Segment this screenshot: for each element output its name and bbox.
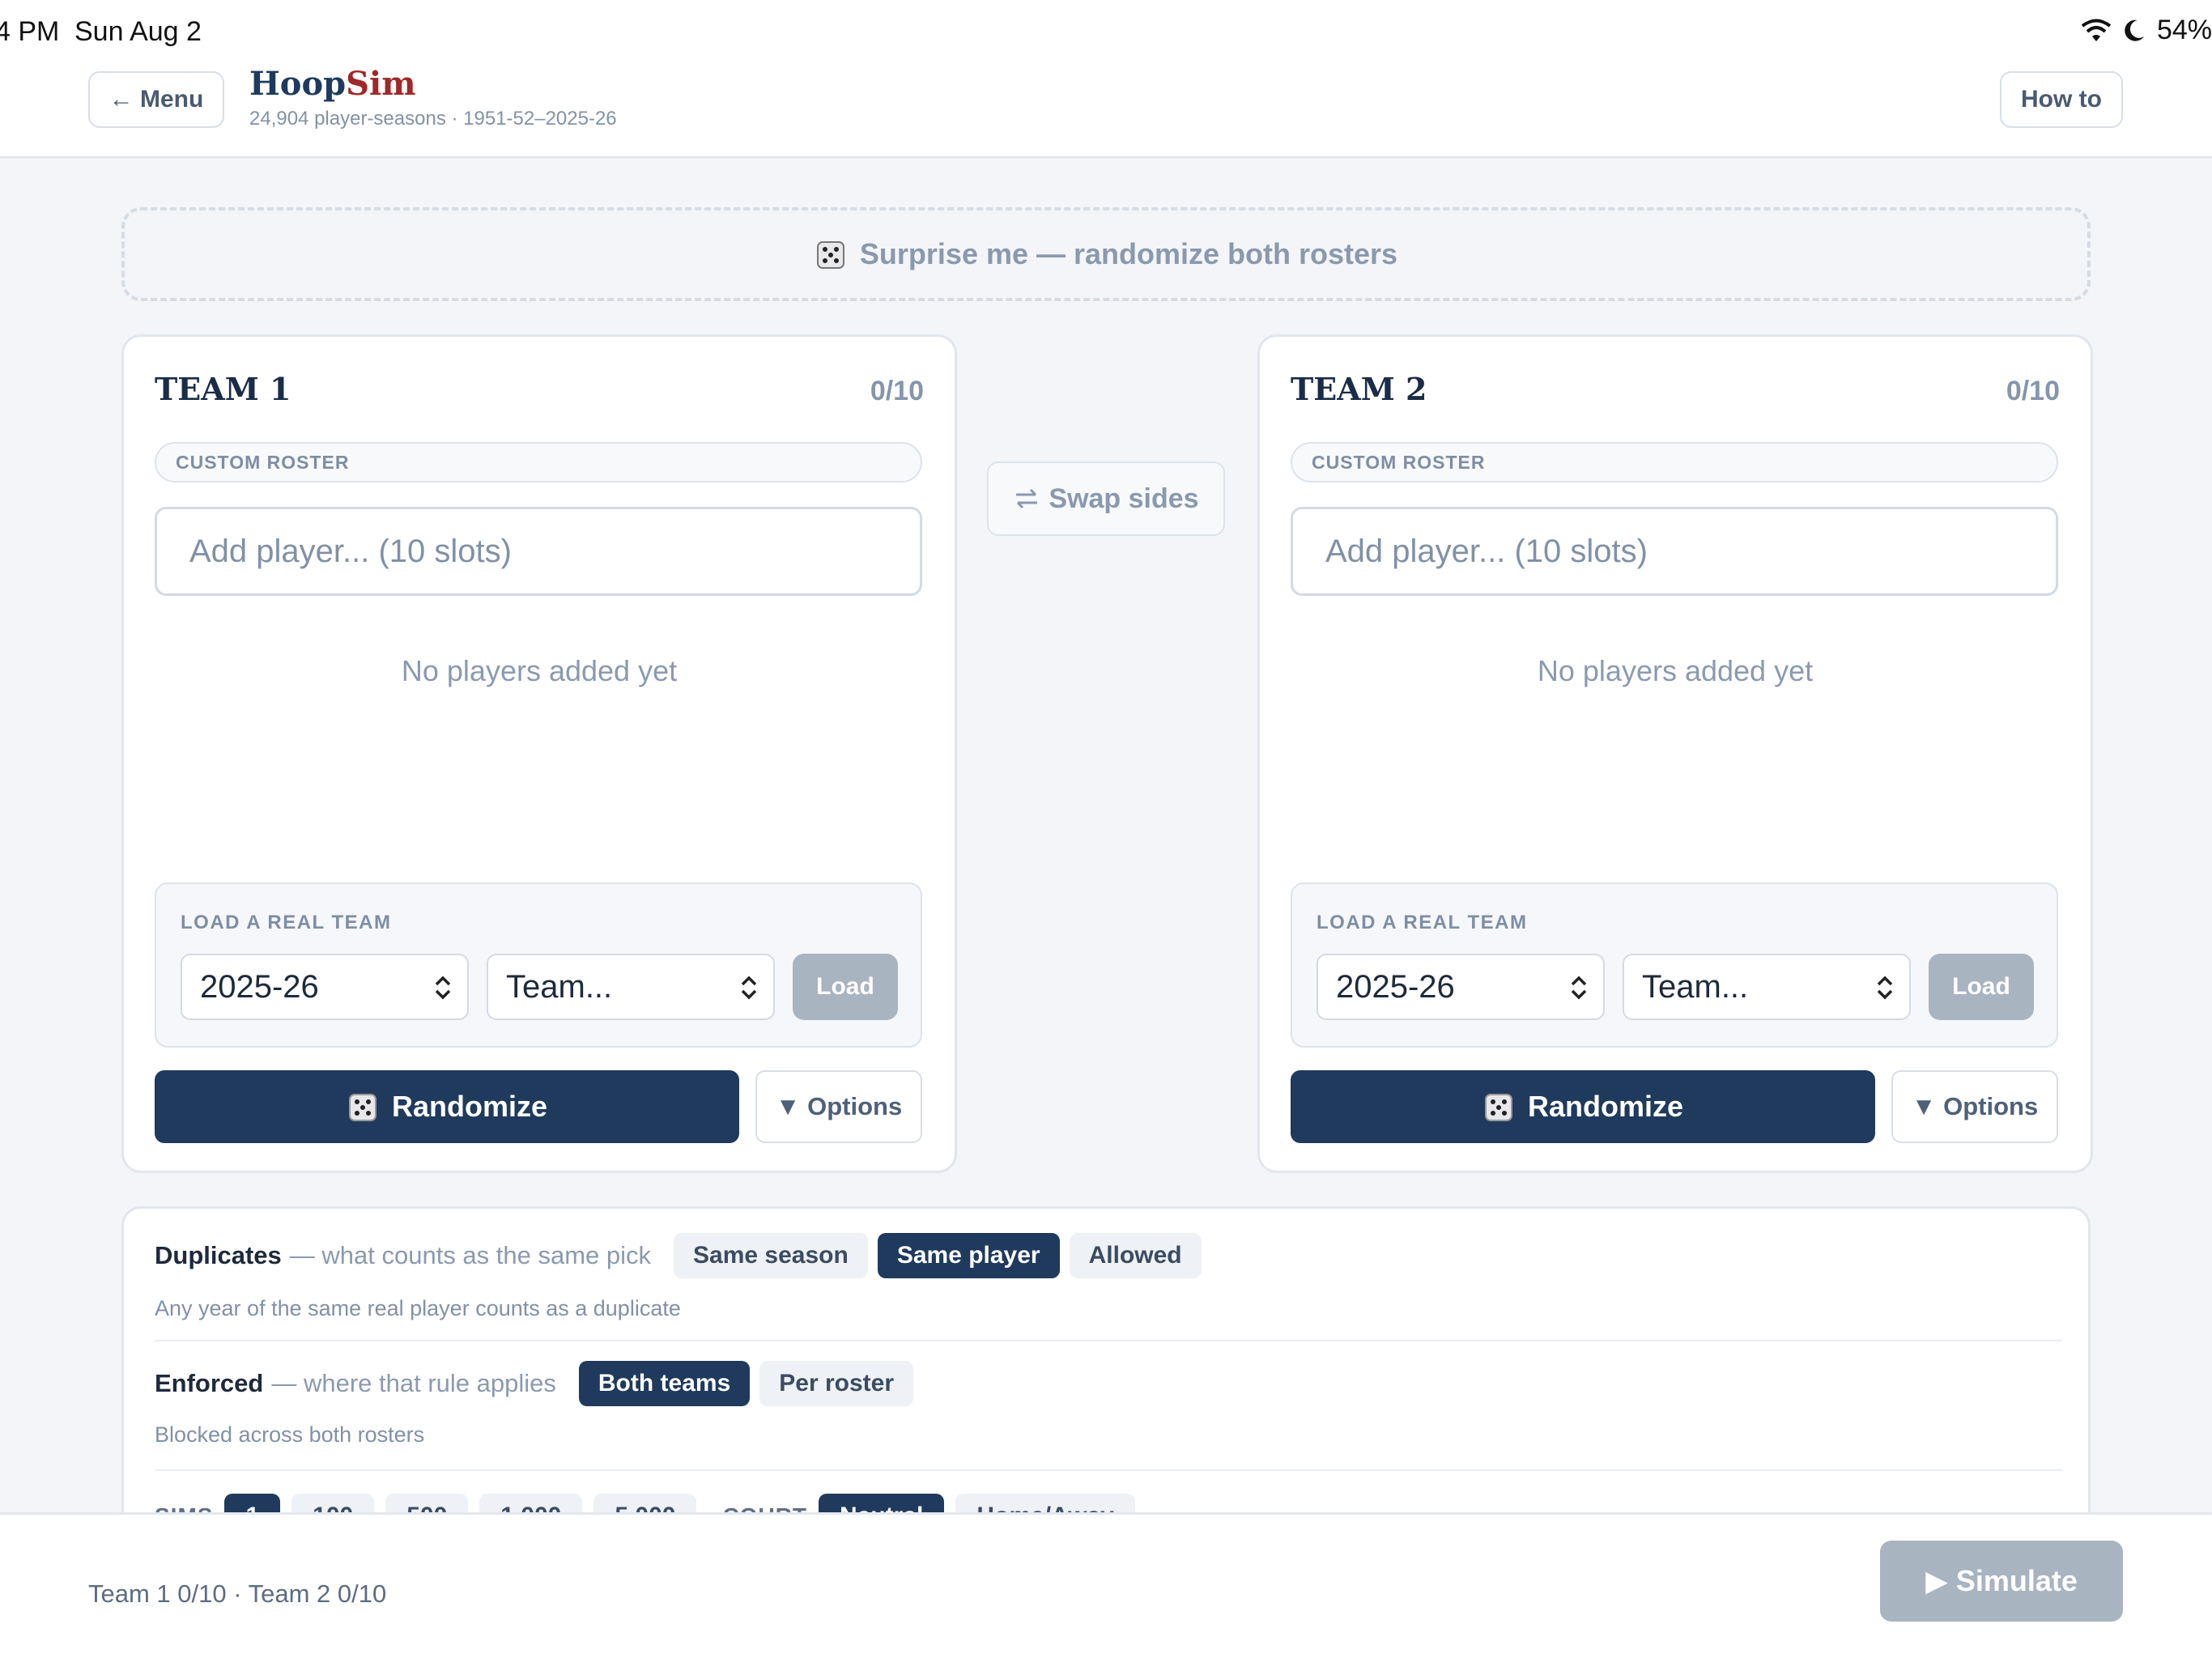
team-2-randomize-button[interactable]: Randomize: [1291, 1070, 1875, 1143]
season-value: 2025-26: [1336, 968, 1455, 1005]
duplicates-desc: — what counts as the same pick: [289, 1241, 652, 1269]
team-1-card: TEAM 1 0/10 CUSTOM ROSTER No players add…: [121, 334, 957, 1173]
team-1-load-real-team: LOAD A REAL TEAM 2025-26 Team... Load: [155, 882, 922, 1048]
roster-status: Team 1 0/10 · Team 2 0/10: [88, 1579, 387, 1608]
randomize-label: Randomize: [1527, 1090, 1684, 1123]
team-1-add-player-input[interactable]: [155, 507, 922, 596]
surprise-me-button[interactable]: Surprise me — randomize both rosters: [121, 207, 2091, 301]
brand-name-hoop: Hoop: [249, 65, 347, 103]
status-date: Sun Aug 2: [74, 16, 202, 47]
team-1-season-select[interactable]: 2025-26: [181, 954, 469, 1020]
team-2-load-real-team: LOAD A REAL TEAM 2025-26 Team... Load: [1291, 882, 2058, 1048]
team-1-count: 0/10: [870, 376, 924, 406]
team-1-roster-label: CUSTOM ROSTER: [155, 442, 922, 483]
divider: [155, 1469, 2062, 1471]
updown-chevron-icon: [741, 976, 757, 1000]
footer-bar: Team 1 0/10 · Team 2 0/10 ▶ Simulate: [0, 1512, 2212, 1658]
team-2-season-select[interactable]: 2025-26: [1317, 954, 1605, 1020]
duplicates-title: Duplicates: [155, 1241, 282, 1269]
team-1-randomize-button[interactable]: Randomize: [155, 1070, 739, 1143]
team-select-value: Team...: [1642, 968, 1749, 1005]
enforced-per-roster[interactable]: Per roster: [759, 1361, 913, 1406]
duplicates-row: Duplicates — what counts as the same pic…: [155, 1233, 1202, 1278]
enforced-note: Blocked across both rosters: [155, 1422, 425, 1447]
team-select-value: Team...: [506, 968, 613, 1005]
duplicates-allowed[interactable]: Allowed: [1069, 1233, 1202, 1278]
duplicates-same-season[interactable]: Same season: [674, 1233, 868, 1278]
load-real-team-label: LOAD A REAL TEAM: [1317, 912, 1528, 933]
swap-sides-button[interactable]: Swap sides: [987, 461, 1225, 536]
updown-chevron-icon: [1571, 976, 1587, 1000]
team-2-empty-message: No players added yet: [1537, 654, 1814, 687]
simulate-button[interactable]: ▶ Simulate: [1880, 1541, 2123, 1622]
updown-chevron-icon: [435, 976, 451, 1000]
status-bar: 4 PM Sun Aug 2 54%: [0, 0, 2212, 63]
status-right: 54%: [2081, 15, 2212, 46]
team-2-load-button[interactable]: Load: [1929, 954, 2034, 1020]
swap-label: Swap sides: [1049, 483, 1199, 514]
load-real-team-label: LOAD A REAL TEAM: [181, 912, 392, 933]
brand: HoopSim 24,904 player-seasons · 1951-52–…: [249, 65, 617, 130]
brand-subtitle: 24,904 player-seasons · 1951-52–2025-26: [249, 108, 617, 130]
rules-panel: Duplicates — what counts as the same pic…: [121, 1206, 2091, 1546]
team-1-empty-message: No players added yet: [401, 654, 678, 687]
team-1-team-select[interactable]: Team...: [487, 954, 775, 1020]
status-time: 4 PM: [0, 16, 60, 47]
team-2-count: 0/10: [2006, 376, 2060, 406]
enforced-title: Enforced: [155, 1369, 264, 1397]
randomize-label: Randomize: [391, 1090, 548, 1123]
how-to-button[interactable]: How to: [2000, 71, 2123, 128]
enforced-desc: — where that rule applies: [271, 1369, 556, 1397]
team-1-load-button[interactable]: Load: [793, 954, 898, 1020]
updown-chevron-icon: [1877, 976, 1893, 1000]
duplicates-note: Any year of the same real player counts …: [155, 1296, 681, 1320]
season-value: 2025-26: [200, 968, 319, 1005]
surprise-label: Surprise me — randomize both rosters: [859, 237, 1398, 270]
team-1-options-button[interactable]: ▼ Options: [755, 1070, 922, 1143]
menu-button[interactable]: ← Menu: [88, 71, 224, 128]
moon-icon: [2125, 19, 2144, 41]
team-2-team-select[interactable]: Team...: [1623, 954, 1911, 1020]
swap-icon: [1016, 488, 1038, 509]
brand-name: HoopSim: [249, 65, 617, 103]
duplicates-segmented: Same season Same player Allowed: [674, 1233, 1202, 1278]
team-2-title: TEAM 2: [1291, 371, 1427, 407]
wifi-icon: [2081, 19, 2112, 41]
team-2-roster-label: CUSTOM ROSTER: [1291, 442, 2058, 483]
team-2-card: TEAM 2 0/10 CUSTOM ROSTER No players add…: [1257, 334, 2093, 1173]
app-header: ← Menu HoopSim 24,904 player-seasons · 1…: [0, 63, 2212, 159]
team-1-title: TEAM 1: [155, 371, 291, 407]
dice-icon: [1484, 1094, 1512, 1121]
brand-name-sim: Sim: [346, 65, 416, 103]
enforced-both-teams[interactable]: Both teams: [578, 1361, 751, 1406]
battery-percent: 54%: [2156, 15, 2212, 45]
divider: [155, 1340, 2062, 1341]
dice-icon: [816, 241, 844, 269]
team-2-options-button[interactable]: ▼ Options: [1891, 1070, 2058, 1143]
enforced-segmented: Both teams Per roster: [578, 1361, 913, 1406]
enforced-row: Enforced — where that rule applies Both …: [155, 1361, 913, 1406]
team-2-add-player-input[interactable]: [1291, 507, 2058, 596]
duplicates-same-player[interactable]: Same player: [877, 1233, 1060, 1278]
dice-icon: [348, 1094, 376, 1121]
